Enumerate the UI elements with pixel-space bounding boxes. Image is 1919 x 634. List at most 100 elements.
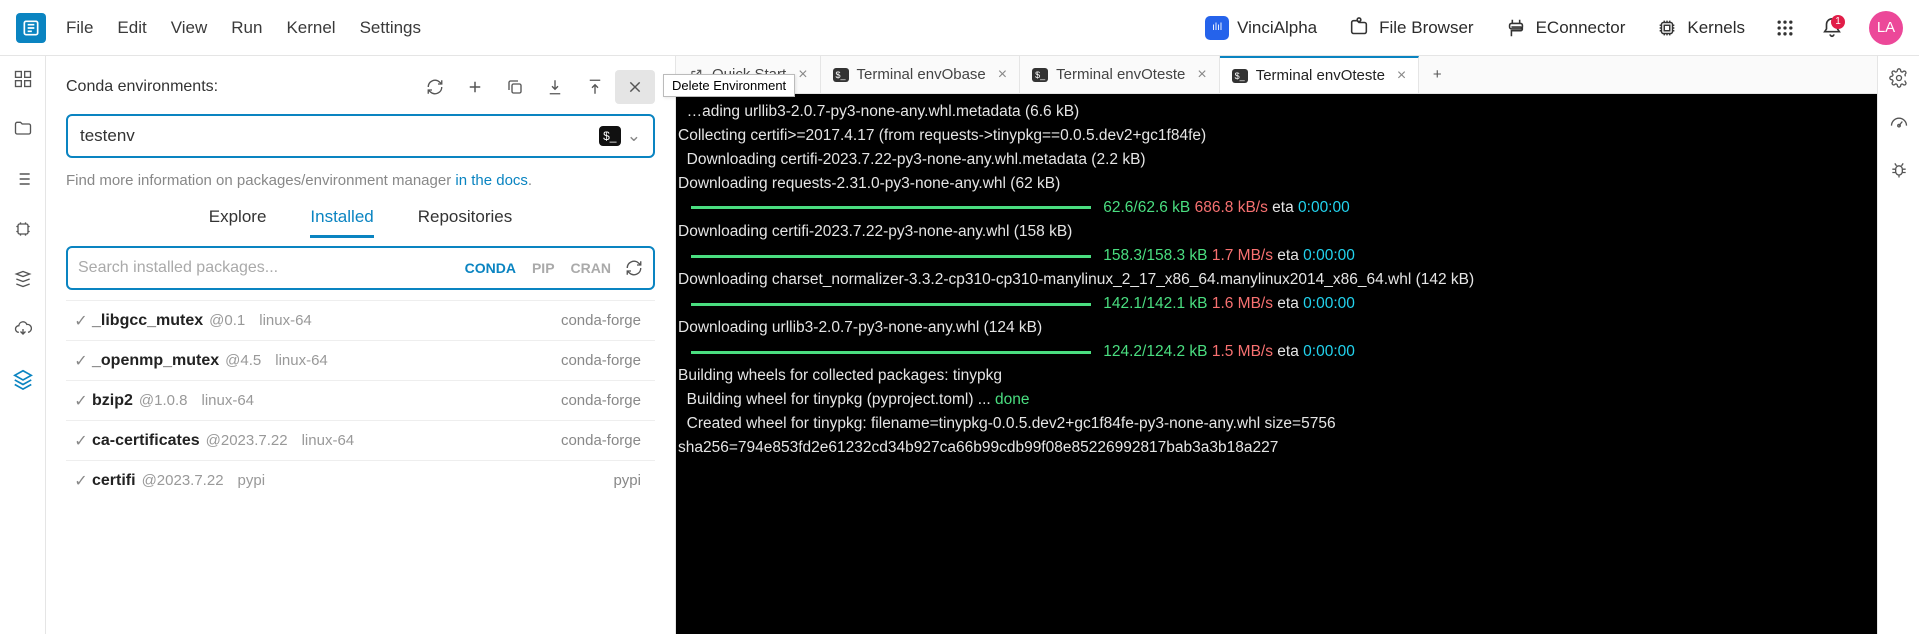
close-icon[interactable]: ×	[1197, 66, 1206, 84]
tab-term-envoteste1[interactable]: $_Terminal envOteste×	[1020, 56, 1220, 93]
check-icon: ✓	[70, 391, 92, 411]
conda-panel-title: Conda environments:	[66, 78, 218, 96]
shortcut-label: Kernels	[1687, 18, 1745, 38]
package-name: ca-certificates	[92, 432, 200, 450]
right-rail	[1877, 56, 1919, 634]
package-version: @2023.7.22	[142, 472, 224, 489]
chevron-down-icon: ⌄	[627, 126, 641, 146]
chip-icon[interactable]	[12, 218, 34, 240]
shortcut-econnector[interactable]: EConnector	[1504, 16, 1626, 40]
close-icon[interactable]: ×	[998, 66, 1007, 84]
docs-hint: Find more information on packages/enviro…	[66, 172, 655, 189]
package-name: bzip2	[92, 392, 133, 410]
gear-icon[interactable]	[1889, 68, 1909, 88]
package-name: _libgcc_mutex	[92, 312, 203, 330]
package-row[interactable]: ✓_openmp_mutex@4.5linux-64conda-forge	[66, 340, 655, 380]
shortcut-label: VinciAlpha	[1237, 18, 1317, 38]
package-search-input[interactable]	[78, 259, 457, 277]
left-rail	[0, 56, 46, 634]
menu-kernel[interactable]: Kernel	[286, 18, 335, 38]
tab-repositories[interactable]: Repositories	[418, 199, 513, 238]
tab-term-envoteste2[interactable]: $_ Terminal envOteste ×	[1220, 56, 1420, 93]
notifications-badge: 1	[1831, 15, 1845, 29]
close-icon[interactable]: ×	[1397, 67, 1406, 85]
add-env-button[interactable]	[455, 70, 495, 104]
menubar: File Edit View Run Kernel Settings ılıl Vinci…	[0, 0, 1919, 56]
package-tabs: Explore Installed Repositories	[66, 199, 655, 238]
menu-edit[interactable]: Edit	[117, 18, 146, 38]
package-channel: pypi	[613, 472, 651, 489]
avatar[interactable]: LA	[1869, 11, 1903, 45]
import-env-button[interactable]	[535, 70, 575, 104]
package-version: @1.0.8	[139, 392, 188, 409]
app-logo[interactable]	[16, 13, 46, 43]
notifications-button[interactable]: 1	[1821, 17, 1843, 39]
export-env-button[interactable]	[575, 70, 615, 104]
package-arch: linux-64	[259, 312, 312, 329]
list-icon[interactable]	[12, 168, 34, 190]
package-name: _openmp_mutex	[92, 352, 219, 370]
stack-icon[interactable]	[12, 268, 34, 290]
tab-explore[interactable]: Explore	[209, 199, 267, 238]
delete-env-button[interactable]	[615, 70, 655, 104]
tab-installed[interactable]: Installed	[310, 199, 373, 238]
package-channel: conda-forge	[561, 312, 651, 329]
env-selector-value: testenv	[80, 126, 135, 146]
menu-items: File Edit View Run Kernel Settings	[66, 18, 421, 38]
terminal-icon: $_	[833, 67, 849, 83]
package-row[interactable]: ✓_libgcc_mutex@0.1linux-64conda-forge	[66, 300, 655, 340]
kernels-icon	[1655, 16, 1679, 40]
menu-run[interactable]: Run	[231, 18, 262, 38]
package-channel: conda-forge	[561, 352, 651, 369]
filter-pip[interactable]: PIP	[532, 260, 555, 276]
package-arch: linux-64	[302, 432, 355, 449]
new-tab-button[interactable]: +	[1419, 56, 1455, 93]
package-arch: linux-64	[275, 352, 328, 369]
terminal-icon: $_	[1232, 68, 1248, 84]
bug-icon[interactable]	[1889, 160, 1909, 180]
package-name: certifi	[92, 472, 136, 490]
check-icon: ✓	[70, 311, 92, 331]
terminal-open-icon[interactable]: $_	[599, 126, 621, 146]
tab-label: Terminal envObase	[857, 66, 986, 83]
terminal-output[interactable]: …ading urllib3-2.0.7-py3-none-any.whl.me…	[676, 94, 1877, 634]
tabbar: Quick Start×$_Terminal envObase×$_Termin…	[676, 56, 1877, 94]
package-row[interactable]: ✓certifi @2023.7.22 pypi pypi	[66, 460, 655, 500]
env-selector[interactable]: testenv $_ ⌄	[66, 114, 655, 158]
launcher-icon[interactable]	[12, 68, 34, 90]
shortcut-vincialpha[interactable]: ılıl VinciAlpha	[1205, 16, 1317, 40]
apps-grid-icon[interactable]	[1775, 18, 1795, 38]
menu-file[interactable]: File	[66, 18, 93, 38]
folder-icon[interactable]	[12, 118, 34, 140]
tab-term-envobase[interactable]: $_ Terminal envObase ×	[821, 56, 1021, 93]
package-version: @4.5	[225, 352, 261, 369]
package-arch: linux-64	[201, 392, 254, 409]
menu-view[interactable]: View	[171, 18, 208, 38]
filter-conda[interactable]: CONDA	[465, 260, 516, 276]
package-row[interactable]: ✓bzip2@1.0.8linux-64conda-forge	[66, 380, 655, 420]
refresh-packages-button[interactable]	[625, 259, 643, 277]
terminal-icon: $_	[1032, 67, 1048, 83]
docs-link[interactable]: in the docs	[455, 172, 528, 189]
clone-env-button[interactable]	[495, 70, 535, 104]
package-row[interactable]: ✓ca-certificates@2023.7.22linux-64conda-…	[66, 420, 655, 460]
vincialpha-icon: ılıl	[1205, 16, 1229, 40]
check-icon: ✓	[70, 471, 92, 491]
econnector-icon	[1504, 16, 1528, 40]
close-icon[interactable]: ×	[798, 66, 807, 84]
shortcut-label: EConnector	[1536, 18, 1626, 38]
filter-cran[interactable]: CRAN	[571, 260, 611, 276]
layers-icon[interactable]	[12, 368, 34, 390]
refresh-env-button[interactable]	[415, 70, 455, 104]
package-channel: conda-forge	[561, 432, 651, 449]
package-search-row: CONDA PIP CRAN	[66, 246, 655, 290]
shortcut-file-browser[interactable]: File Browser	[1347, 16, 1473, 40]
package-arch: pypi	[238, 472, 266, 489]
menu-settings[interactable]: Settings	[360, 18, 421, 38]
tab-label: Terminal envOteste	[1256, 67, 1385, 84]
shortcut-label: File Browser	[1379, 18, 1473, 38]
check-icon: ✓	[70, 431, 92, 451]
shortcut-kernels[interactable]: Kernels	[1655, 16, 1745, 40]
cloud-download-icon[interactable]	[12, 318, 34, 340]
gauge-icon[interactable]	[1889, 114, 1909, 134]
